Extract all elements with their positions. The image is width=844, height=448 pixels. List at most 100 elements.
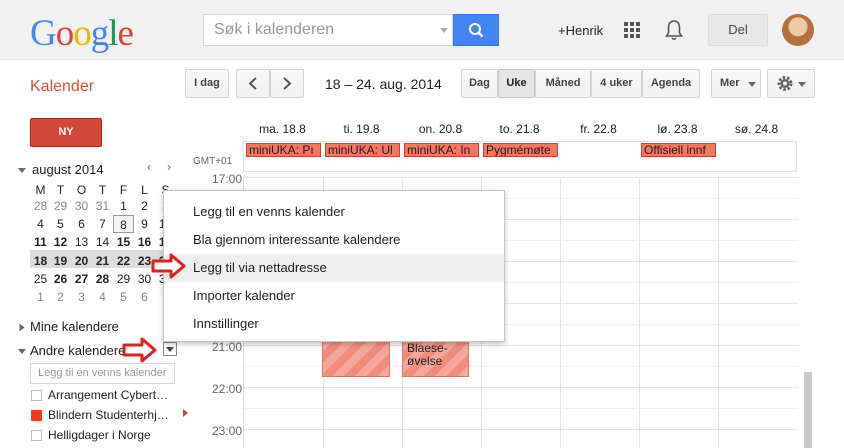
menu-item-add-friend-calendar[interactable]: Legg til en venns kalender: [164, 198, 504, 226]
mini-calendar-day[interactable]: 4: [92, 288, 113, 306]
day-header[interactable]: ti. 19.8: [322, 122, 401, 136]
mini-calendar-day[interactable]: 14: [92, 233, 113, 251]
calendar-options-arrow-icon[interactable]: [183, 409, 188, 417]
mini-calendar-day[interactable]: 27: [71, 270, 92, 288]
mini-calendar-month[interactable]: august 2014: [32, 162, 104, 177]
more-button[interactable]: Mer: [711, 69, 761, 98]
mini-calendar-day[interactable]: 3: [71, 288, 92, 306]
today-button[interactable]: I dag: [185, 69, 229, 98]
calendar-color-swatch[interactable]: [31, 390, 42, 401]
mini-calendar-day[interactable]: 13: [71, 233, 92, 251]
menu-item-add-by-url[interactable]: Legg til via nettadresse: [164, 254, 504, 282]
mini-calendar-day[interactable]: 30: [71, 197, 92, 215]
search-button[interactable]: [453, 14, 499, 46]
mini-calendar-day[interactable]: 4: [30, 215, 51, 233]
settings-button[interactable]: [767, 69, 815, 98]
mini-prev-month-icon[interactable]: ‹: [147, 160, 151, 174]
notifications-bell-icon[interactable]: [664, 19, 684, 41]
new-event-button[interactable]: NY: [30, 118, 102, 147]
mini-next-month-icon[interactable]: ›: [167, 160, 171, 174]
prev-week-button[interactable]: [236, 69, 270, 98]
all-day-event[interactable]: miniUKA: Ul: [325, 143, 400, 157]
hour-label: 22:00: [211, 382, 242, 396]
mini-calendar-day[interactable]: 1: [30, 288, 51, 306]
logo-letter: o: [55, 13, 74, 54]
scrollbar-thumb[interactable]: [804, 372, 812, 448]
my-calendars-label[interactable]: Mine kalendere: [30, 319, 119, 334]
add-friend-calendar-input[interactable]: Legg til en venns kalender: [30, 363, 175, 384]
day-header[interactable]: sø. 24.8: [717, 122, 796, 136]
view-week-button[interactable]: Uke: [498, 69, 535, 98]
all-day-event[interactable]: miniUKA: In: [404, 143, 479, 157]
mini-calendar-day[interactable]: 5: [50, 215, 71, 233]
share-button[interactable]: Del: [708, 14, 768, 46]
mini-calendar-day[interactable]: 6: [134, 288, 155, 306]
calendar-color-swatch[interactable]: [31, 410, 42, 421]
hour-divider: [244, 429, 798, 430]
calendar-color-swatch[interactable]: [31, 430, 42, 441]
user-avatar[interactable]: [782, 14, 814, 46]
next-week-button[interactable]: [270, 69, 304, 98]
mini-calendar-day[interactable]: 15: [113, 233, 134, 251]
mini-calendar-day[interactable]: 1: [113, 197, 134, 215]
hour-divider: [244, 387, 798, 388]
mini-calendar-day[interactable]: 16: [134, 233, 155, 251]
view-month-button[interactable]: Måned: [535, 69, 591, 98]
mini-calendar-day[interactable]: 31: [92, 197, 113, 215]
expand-mine-icon[interactable]: [19, 323, 25, 332]
app-title[interactable]: Kalender: [30, 78, 94, 96]
mini-calendar-day[interactable]: 25: [30, 270, 51, 288]
mini-calendar-day[interactable]: 2: [50, 288, 71, 306]
all-day-event[interactable]: Offisiell innf: [641, 143, 716, 157]
mini-calendar-day[interactable]: 8: [113, 215, 134, 234]
mini-calendar-day[interactable]: 2: [134, 197, 155, 215]
all-day-event[interactable]: Pygmémøte: [483, 143, 558, 157]
annotation-arrow-right-icon: [151, 253, 186, 279]
search-options-caret-icon[interactable]: [440, 28, 448, 33]
day-header[interactable]: on. 20.8: [401, 122, 480, 136]
mini-calendar-day[interactable]: 26: [50, 270, 71, 288]
calendar-item-label[interactable]: Blindern Studenterhj…: [48, 408, 169, 422]
day-header[interactable]: to. 21.8: [480, 122, 559, 136]
menu-item-browse-calendars[interactable]: Bla gjennom interessante kalendere: [164, 226, 504, 254]
timed-event-block[interactable]: Blaese-øvelse: [402, 339, 469, 377]
google-logo[interactable]: Google: [30, 12, 134, 55]
mini-calendar-day[interactable]: 6: [71, 215, 92, 233]
mini-calendar-day[interactable]: 28: [92, 270, 113, 288]
mini-calendar-day[interactable]: 12: [50, 233, 71, 251]
day-header[interactable]: fr. 22.8: [559, 122, 638, 136]
menu-item-settings[interactable]: Innstillinger: [164, 310, 504, 338]
mini-calendar-day[interactable]: 29: [50, 197, 71, 215]
menu-item-import-calendar[interactable]: Importer kalender: [164, 282, 504, 310]
hour-divider: [244, 408, 798, 409]
mini-calendar-day[interactable]: 7: [92, 215, 113, 233]
calendar-item-label[interactable]: Helligdager i Norge: [48, 428, 151, 442]
mini-calendar-day[interactable]: 20: [71, 252, 92, 270]
collapse-other-icon[interactable]: [18, 349, 26, 354]
all-day-event[interactable]: miniUKA: Pı: [246, 143, 321, 157]
calendar-item-label[interactable]: Arrangement Cybert…: [48, 388, 168, 402]
event-title: Blaese-øvelse: [407, 341, 448, 368]
day-header[interactable]: ma. 18.8: [243, 122, 322, 136]
mini-calendar-day[interactable]: 22: [113, 252, 134, 270]
view-day-button[interactable]: Dag: [461, 69, 498, 98]
mini-calendar-day[interactable]: 28: [30, 197, 51, 215]
collapse-mini-calendar-icon[interactable]: [18, 168, 26, 173]
timed-event-block[interactable]: [322, 339, 390, 377]
mini-calendar-day[interactable]: 29: [113, 270, 134, 288]
user-name-link[interactable]: +Henrik: [558, 23, 603, 38]
view-agenda-button[interactable]: Agenda: [642, 69, 700, 98]
day-header[interactable]: lø. 23.8: [638, 122, 717, 136]
mini-calendar-day[interactable]: 11: [30, 233, 51, 251]
mini-calendar-day[interactable]: 19: [50, 252, 71, 270]
mini-calendar-day[interactable]: 18: [30, 252, 51, 270]
other-calendars-dropdown-button[interactable]: [163, 342, 177, 356]
other-calendars-label[interactable]: Andre kalendere: [30, 343, 125, 358]
apps-grid-icon[interactable]: [624, 22, 641, 39]
view-4weeks-button[interactable]: 4 uker: [591, 69, 642, 98]
search-input[interactable]: Søk i kalenderen: [203, 14, 453, 46]
search-icon: [469, 23, 484, 38]
mini-calendar-day[interactable]: 21: [92, 252, 113, 270]
mini-calendar-day[interactable]: 5: [113, 288, 134, 306]
mini-calendar-day[interactable]: 9: [134, 215, 155, 233]
